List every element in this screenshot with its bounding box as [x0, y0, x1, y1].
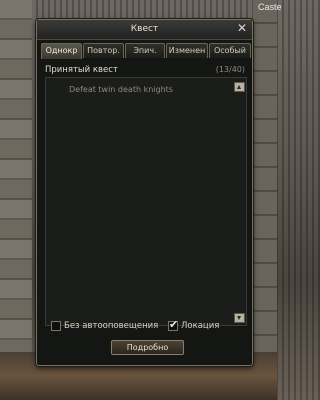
no-auto-notify-label: Без автооповещения	[64, 321, 159, 331]
no-auto-notify-checkbox[interactable]	[51, 321, 61, 331]
location-checkbox[interactable]: ✔	[168, 318, 179, 331]
list-item[interactable]: Defeat twin death knights	[69, 85, 173, 94]
tab-epic[interactable]: Эпич.	[125, 43, 165, 58]
tab-repeatable[interactable]: Повтор.	[83, 43, 124, 58]
tab-special[interactable]: Особый	[209, 43, 251, 58]
tab-onetime[interactable]: Однокр	[41, 43, 82, 59]
details-button[interactable]: Подробно	[111, 340, 184, 355]
quest-tabs: Однокр Повтор. Эпич. Изменен Особый	[41, 43, 251, 59]
accepted-quest-label: Принятый квест	[45, 65, 118, 75]
window-title: Квест	[130, 24, 159, 34]
scroll-up-icon[interactable]	[234, 82, 245, 92]
tab-changed[interactable]: Изменен	[166, 43, 208, 58]
option-no-auto-notify: Без автооповещения	[51, 321, 161, 331]
background-wall-right	[253, 0, 277, 400]
title-bar[interactable]: Квест ✕	[37, 20, 252, 40]
quest-list: Defeat twin death knights	[45, 77, 247, 326]
option-location: ✔ Локация	[168, 318, 243, 331]
accepted-quest-header: Принятый квест (13/40)	[45, 65, 245, 76]
close-icon[interactable]: ✕	[236, 22, 248, 35]
quest-window: Квест ✕ Однокр Повтор. Эпич. Изменен Осо…	[36, 19, 253, 366]
location-label: Локация	[181, 321, 220, 331]
accepted-quest-count: (13/40)	[215, 65, 245, 74]
checkmark-icon: ✔	[169, 318, 179, 331]
background-location-text: Caste	[258, 2, 282, 12]
background-wall-left	[0, 0, 32, 400]
